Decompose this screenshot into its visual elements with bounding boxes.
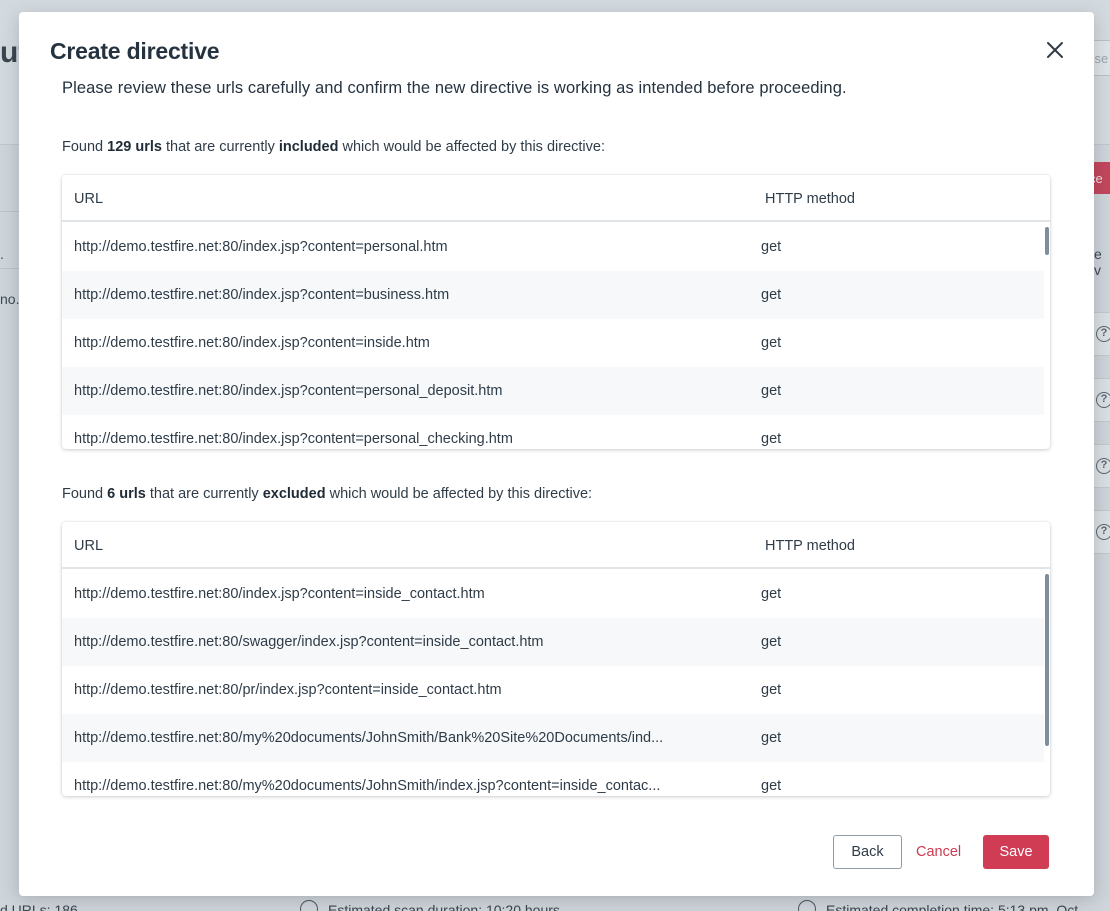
included-state: included — [278, 139, 339, 155]
table-row[interactable]: http://demo.testfire.net:80/index.jsp?co… — [62, 367, 1044, 415]
scrollbar-thumb[interactable] — [1045, 574, 1049, 746]
create-directive-modal: Create directive Please review these url… — [19, 12, 1094, 896]
back-button[interactable]: Back — [833, 835, 902, 869]
table-row[interactable]: http://demo.testfire.net:80/index.jsp?co… — [62, 271, 1044, 319]
table-row[interactable]: http://demo.testfire.net:80/pr/index.jsp… — [62, 666, 1044, 714]
excluded-state: excluded — [262, 486, 326, 502]
row-method: get — [761, 431, 782, 447]
row-url: http://demo.testfire.net:80/index.jsp?co… — [74, 383, 503, 399]
close-icon — [1047, 42, 1063, 58]
background-side-text: e v — [1094, 246, 1102, 278]
table-row[interactable]: http://demo.testfire.net:80/swagger/inde… — [62, 618, 1044, 666]
row-url: http://demo.testfire.net:80/index.jsp?co… — [74, 431, 513, 447]
help-circle-icon: ? — [1096, 392, 1110, 408]
help-circle-icon: ? — [1096, 326, 1110, 342]
excluded-urls-table: URL HTTP method http://demo.testfire.net… — [62, 522, 1050, 796]
summary-suffix: which would be affected by this directiv… — [338, 139, 605, 155]
column-header-http-method[interactable]: HTTP method — [765, 538, 855, 554]
table-header: URL HTTP method — [62, 522, 1050, 569]
save-button[interactable]: Save — [983, 835, 1049, 869]
close-button[interactable] — [1043, 38, 1067, 62]
row-method: get — [761, 383, 782, 399]
row-url: http://demo.testfire.net:80/index.jsp?co… — [74, 239, 448, 255]
row-method: get — [761, 682, 782, 698]
row-method: get — [761, 730, 782, 746]
summary-prefix: Found — [62, 139, 108, 155]
table-row[interactable]: http://demo.testfire.net:80/my%20documen… — [62, 714, 1044, 762]
included-urls-table: URL HTTP method http://demo.testfire.net… — [62, 175, 1050, 449]
background-estimated-completion: Estimated completion time: 5:13 pm, Oct — [826, 902, 1079, 911]
modal-title: Create directive — [50, 38, 220, 64]
background-total-urls: d URLs: 186 — [0, 902, 78, 911]
row-method: get — [761, 586, 782, 602]
info-circle-icon — [300, 900, 318, 911]
row-method: get — [761, 335, 782, 351]
row-url: http://demo.testfire.net:80/my%20documen… — [74, 778, 661, 794]
row-url: http://demo.testfire.net:80/my%20documen… — [74, 730, 664, 746]
summary-suffix: which would be affected by this directiv… — [325, 486, 593, 502]
info-circle-icon — [798, 900, 816, 911]
column-header-url[interactable]: URL — [74, 538, 103, 554]
background-side-text: no. — [0, 291, 20, 307]
included-summary: Found 129 urls that are currently includ… — [62, 139, 605, 155]
table-row[interactable]: http://demo.testfire.net:80/index.jsp?co… — [62, 319, 1044, 367]
excluded-table-body[interactable]: http://demo.testfire.net:80/index.jsp?co… — [62, 570, 1050, 796]
help-circle-icon: ? — [1096, 458, 1110, 474]
included-scrollbar[interactable] — [1044, 223, 1050, 449]
excluded-summary: Found 6 urls that are currently excluded… — [62, 486, 592, 502]
table-row[interactable]: http://demo.testfire.net:80/index.jsp?co… — [62, 223, 1044, 271]
row-url: http://demo.testfire.net:80/index.jsp?co… — [74, 287, 450, 303]
summary-middle: that are currently — [145, 486, 263, 502]
table-row[interactable]: http://demo.testfire.net:80/my%20documen… — [62, 762, 1044, 796]
table-row[interactable]: http://demo.testfire.net:80/index.jsp?co… — [62, 415, 1044, 449]
excluded-count: 6 urls — [107, 486, 146, 502]
row-url: http://demo.testfire.net:80/index.jsp?co… — [74, 335, 430, 351]
table-row[interactable]: http://demo.testfire.net:80/index.jsp?co… — [62, 570, 1044, 618]
scrollbar-thumb[interactable] — [1045, 227, 1049, 255]
help-circle-icon: ? — [1096, 524, 1110, 540]
included-table-body[interactable]: http://demo.testfire.net:80/index.jsp?co… — [62, 223, 1050, 449]
row-url: http://demo.testfire.net:80/swagger/inde… — [74, 634, 544, 650]
row-url: http://demo.testfire.net:80/pr/index.jsp… — [74, 682, 502, 698]
summary-middle: that are currently — [161, 139, 279, 155]
modal-intro-text: Please review these urls carefully and c… — [62, 79, 847, 97]
summary-prefix: Found — [62, 486, 108, 502]
background-side-text: . — [0, 246, 4, 262]
row-method: get — [761, 634, 782, 650]
row-url: http://demo.testfire.net:80/index.jsp?co… — [74, 586, 485, 602]
row-method: get — [761, 778, 782, 794]
table-header: URL HTTP method — [62, 175, 1050, 222]
column-header-http-method[interactable]: HTTP method — [765, 191, 855, 207]
excluded-scrollbar[interactable] — [1044, 570, 1050, 796]
background-divider — [0, 211, 20, 212]
row-method: get — [761, 287, 782, 303]
background-estimated-duration: Estimated scan duration: 10:20 hours — [328, 902, 560, 911]
column-header-url[interactable]: URL — [74, 191, 103, 207]
included-count: 129 urls — [107, 139, 162, 155]
cancel-button[interactable]: Cancel — [916, 835, 961, 869]
background-divider — [0, 268, 20, 269]
row-method: get — [761, 239, 782, 255]
